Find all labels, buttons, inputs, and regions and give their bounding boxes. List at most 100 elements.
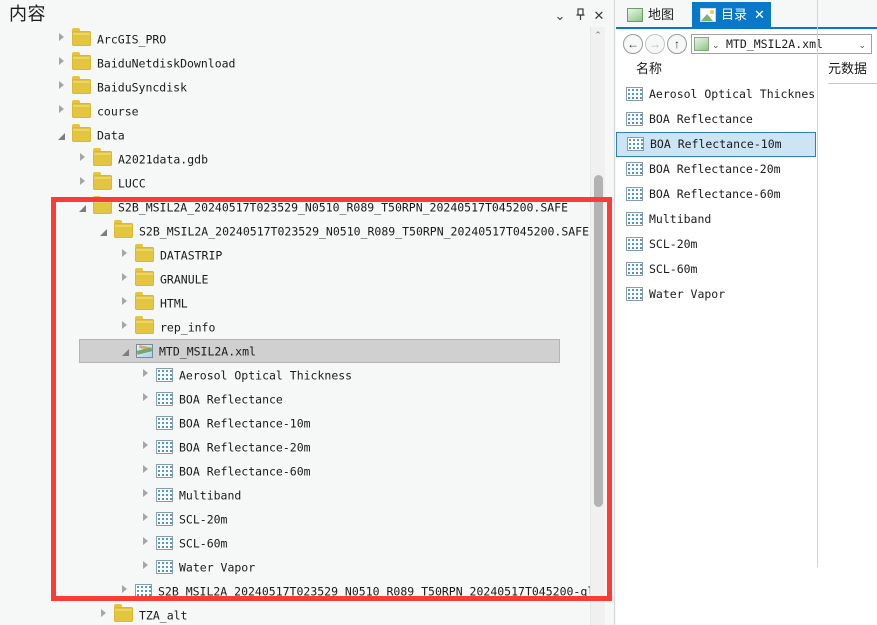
column-divider xyxy=(817,0,818,567)
list-item[interactable]: Water Vapor xyxy=(616,282,816,307)
tree-item-label: S2B_MSIL2A_20240517T023529_N0510_R089_T5… xyxy=(118,200,569,215)
tree-item-label: TZA_alt xyxy=(139,608,188,623)
raster-layer-icon xyxy=(626,261,643,276)
tree-item-label: BOA Reflectance-20m xyxy=(179,440,311,455)
pin-icon[interactable] xyxy=(572,8,588,24)
tree-item[interactable]: BaiduNetdiskDownload xyxy=(0,51,590,75)
tree-item-label: BOA Reflectance-10m xyxy=(179,416,311,431)
raster-layer-icon xyxy=(627,136,644,151)
list-item[interactable]: BOA Reflectance xyxy=(616,107,816,132)
collapse-arrow-icon[interactable] xyxy=(97,603,110,625)
contents-scrollbar[interactable]: ⌃ xyxy=(590,27,605,625)
tab-map[interactable]: 地图 xyxy=(619,2,682,29)
tree-item[interactable]: HTML xyxy=(0,291,590,315)
list-item-label: BOA Reflectance-20m xyxy=(649,162,781,176)
collapse-arrow-icon[interactable] xyxy=(76,147,89,171)
expand-arrow-icon[interactable] xyxy=(119,340,132,362)
expand-arrow-icon[interactable] xyxy=(76,195,89,219)
list-item[interactable]: BOA Reflectance-20m xyxy=(616,157,816,182)
column-header-metadata[interactable]: 元数据 xyxy=(828,60,867,80)
list-item-label: SCL-60m xyxy=(649,262,698,276)
list-item[interactable]: Aerosol Optical Thickness xyxy=(616,82,816,107)
column-header-name[interactable]: 名称 xyxy=(636,60,662,80)
catalog-item-list[interactable]: Aerosol Optical Thickness BOA Reflectance… xyxy=(616,82,816,602)
collapse-arrow-icon[interactable] xyxy=(55,75,68,99)
tree-item-label: GRANULE xyxy=(160,272,209,287)
tree-item[interactable]: DATASTRIP xyxy=(0,243,590,267)
raster-layer-icon xyxy=(156,487,173,502)
tree-item[interactable]: Aerosol Optical Thickness xyxy=(0,363,590,387)
tree-item[interactable]: TZA_alt xyxy=(0,603,590,625)
expand-arrow-icon[interactable] xyxy=(55,123,68,147)
collapse-arrow-icon[interactable] xyxy=(139,459,152,483)
raster-layer-icon xyxy=(626,86,643,101)
tree-item[interactable]: S2B_MSIL2A_20240517T023529_N0510_R089_T5… xyxy=(0,219,590,243)
forward-button[interactable]: → xyxy=(645,34,665,54)
list-item-label: Water Vapor xyxy=(649,287,726,301)
collapse-arrow-icon[interactable] xyxy=(55,27,68,51)
tree-item[interactable]: Multiband xyxy=(0,483,590,507)
collapse-arrow-icon[interactable] xyxy=(118,291,131,315)
tree-item[interactable]: rep_info xyxy=(0,315,590,339)
contents-tree[interactable]: ArcGIS_PRO BaiduNetdiskDownload BaiduSyncd… xyxy=(0,27,590,625)
collapse-arrow-icon[interactable] xyxy=(118,315,131,339)
tree-item[interactable]: S2B_MSIL2A_20240517T023529_N0510_R089_T5… xyxy=(0,195,590,219)
list-item-label: Aerosol Optical Thickness xyxy=(649,87,816,101)
tree-item[interactable]: GRANULE xyxy=(0,267,590,291)
list-item-label: BOA Reflectance-60m xyxy=(649,187,781,201)
tree-item[interactable]: SCL-20m xyxy=(0,507,590,531)
collapse-arrow-icon[interactable] xyxy=(139,531,152,555)
collapse-arrow-icon[interactable] xyxy=(139,435,152,459)
list-item[interactable]: BOA Reflectance-10m xyxy=(616,132,816,157)
chevron-down-icon[interactable]: ⌄ xyxy=(712,36,720,54)
tree-item[interactable]: LUCC xyxy=(0,171,590,195)
tree-item[interactable]: BOA Reflectance-10m xyxy=(0,411,590,435)
folder-icon xyxy=(72,100,91,118)
catalog-panel: 地图 目录 ✕ ← → ↑ ⌄ MTD_MSIL2A.xml ⌄ 名称 元数据 A… xyxy=(616,0,877,625)
list-item[interactable]: SCL-60m xyxy=(616,257,816,282)
scrollbar-thumb[interactable] xyxy=(594,175,603,507)
collapse-arrow-icon[interactable] xyxy=(139,363,152,387)
address-bar[interactable]: ⌄ MTD_MSIL2A.xml ⌄ xyxy=(691,34,872,54)
collapse-arrow-icon[interactable] xyxy=(139,555,152,579)
collapse-arrow-icon[interactable] xyxy=(76,171,89,195)
tree-item[interactable]: BaiduSyncdisk xyxy=(0,75,590,99)
tree-item[interactable]: MTD_MSIL2A.xml xyxy=(79,339,560,363)
tab-close-icon[interactable]: ✕ xyxy=(754,2,765,29)
tree-item-label: S2B_MSIL2A_20240517T023529_N0510_R089_T5… xyxy=(158,584,590,599)
collapse-arrow-icon[interactable] xyxy=(139,387,152,411)
list-item[interactable]: SCL-20m xyxy=(616,232,816,257)
tree-item[interactable]: BOA Reflectance xyxy=(0,387,590,411)
tree-item[interactable]: SCL-60m xyxy=(0,531,590,555)
chevron-down-icon[interactable]: ⌄ xyxy=(858,36,866,54)
tree-item[interactable]: Water Vapor xyxy=(0,555,590,579)
list-item[interactable]: Multiband xyxy=(616,207,816,232)
folder-icon xyxy=(72,52,91,70)
tree-item[interactable]: S2B_MSIL2A_20240517T023529_N0510_R089_T5… xyxy=(0,579,590,603)
tree-item-label: Water Vapor xyxy=(179,560,256,575)
collapse-arrow-icon[interactable] xyxy=(139,507,152,531)
chevron-down-icon[interactable]: ⌄ xyxy=(552,8,568,24)
tab-strip: 地图 目录 ✕ xyxy=(616,0,877,29)
tree-item[interactable]: course xyxy=(0,99,590,123)
collapse-arrow-icon[interactable] xyxy=(139,483,152,507)
tree-item[interactable]: BOA Reflectance-60m xyxy=(0,459,590,483)
list-item[interactable]: BOA Reflectance-60m xyxy=(616,182,816,207)
collapse-arrow-icon[interactable] xyxy=(55,51,68,75)
expand-arrow-icon[interactable] xyxy=(97,219,110,243)
up-button[interactable]: ↑ xyxy=(667,34,687,54)
tree-item[interactable]: ArcGIS_PRO xyxy=(0,27,590,51)
tree-item[interactable]: BOA Reflectance-20m xyxy=(0,435,590,459)
back-button[interactable]: ← xyxy=(623,34,643,54)
collapse-arrow-icon[interactable] xyxy=(118,267,131,291)
close-icon[interactable]: ✕ xyxy=(591,8,607,24)
collapse-arrow-icon[interactable] xyxy=(55,99,68,123)
scroll-up-icon[interactable]: ⌃ xyxy=(591,27,605,43)
tree-item-label: A2021data.gdb xyxy=(118,152,209,167)
collapse-arrow-icon[interactable] xyxy=(118,243,131,267)
tree-item-label: BaiduNetdiskDownload xyxy=(97,56,236,71)
tree-item[interactable]: Data xyxy=(0,123,590,147)
collapse-arrow-icon[interactable] xyxy=(118,579,131,603)
tree-item[interactable]: A2021data.gdb xyxy=(0,147,590,171)
tab-catalog[interactable]: 目录 ✕ xyxy=(692,2,771,29)
